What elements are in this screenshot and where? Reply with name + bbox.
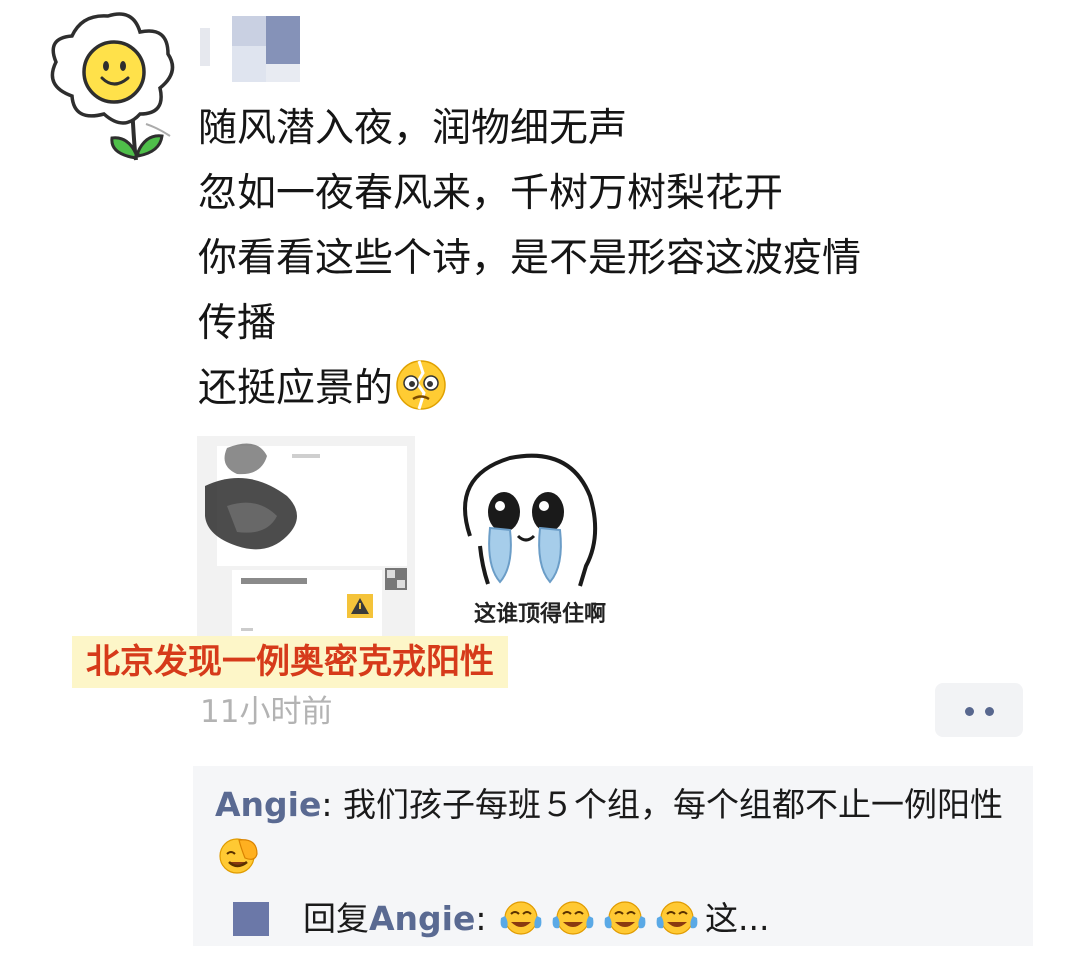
tears-of-joy-emoji xyxy=(500,901,542,935)
crying-meme-face xyxy=(463,453,598,587)
reply-target-username[interactable]: Angie xyxy=(369,899,475,938)
comment-text: 我们孩子每班５个组，每个组都不止一例阳性 xyxy=(342,785,1003,824)
post-image-1[interactable] xyxy=(197,436,415,650)
post-line-5-text: 还挺应景的 xyxy=(198,366,394,411)
tears-of-joy-emoji xyxy=(656,901,698,935)
flower-avatar-icon xyxy=(50,12,175,161)
post-line-2: 忽如一夜春风来，千树万树梨花开 xyxy=(198,171,784,216)
post-line-5: 还挺应景的 xyxy=(198,356,1038,421)
blurred-replier-name[interactable] xyxy=(233,902,269,936)
post-line-4: 传播 xyxy=(198,301,277,346)
facepalm-laugh-emoji xyxy=(219,838,258,874)
broken-heart-face-emoji xyxy=(396,360,446,410)
reply-item[interactable]: 回复Angie: 这... xyxy=(233,894,769,944)
more-dots-icon xyxy=(965,707,974,716)
more-dots-icon-dot2 xyxy=(985,707,994,716)
comment-separator: : xyxy=(321,785,343,824)
tears-of-joy-emoji xyxy=(604,901,646,935)
screenshot-thumbnail xyxy=(197,436,415,650)
post-text: 随风潜入夜，润物细无声 忽如一夜春风来，千树万树梨花开 你看看这些个诗，是不是形… xyxy=(198,96,1038,421)
news-highlight-label: 北京发现一例奥密克戎阳性 xyxy=(72,636,508,688)
post-timestamp: 11小时前 xyxy=(200,694,333,730)
blurred-user-name[interactable] xyxy=(200,16,300,82)
avatar[interactable] xyxy=(28,6,178,178)
comments-section: Angie: 我们孩子每班５个组，每个组都不止一例阳性 回复Angie: 这..… xyxy=(193,766,1033,946)
comment-username[interactable]: Angie xyxy=(215,785,321,824)
tears-of-joy-emoji xyxy=(552,901,594,935)
more-options-button[interactable] xyxy=(935,683,1023,737)
post-image-2[interactable]: 这谁顶得住啊 xyxy=(430,436,650,650)
reply-text: 这... xyxy=(704,899,770,938)
post-line-3: 你看看这些个诗，是不是形容这波疫情 xyxy=(198,236,862,281)
reply-separator: : xyxy=(475,899,497,938)
meme-caption: 这谁顶得住啊 xyxy=(473,602,606,627)
reply-prefix: 回复 xyxy=(303,899,369,938)
post-line-1: 随风潜入夜，润物细无声 xyxy=(198,106,628,151)
comment-item[interactable]: Angie: 我们孩子每班５个组，每个组都不止一例阳性 xyxy=(215,780,1025,880)
